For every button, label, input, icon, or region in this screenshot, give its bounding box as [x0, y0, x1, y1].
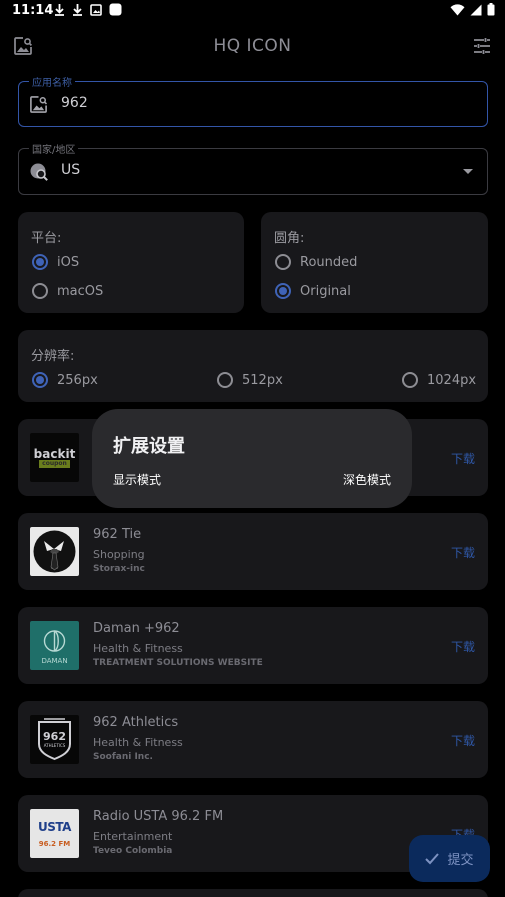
- submit-button[interactable]: 提交: [409, 835, 490, 882]
- app-name: Radio USTA 96.2 FM: [93, 809, 224, 824]
- tune-icon[interactable]: [473, 37, 491, 59]
- option-label: 256px: [57, 372, 98, 388]
- radio-unselected[interactable]: [275, 254, 291, 270]
- app-name-label: 应用名称: [29, 74, 75, 89]
- app-name: Daman +962: [93, 621, 180, 636]
- app-category: Health & Fitness: [93, 642, 183, 655]
- option-label: macOS: [57, 283, 104, 299]
- photo-icon: [90, 3, 102, 16]
- app-name-field[interactable]: 应用名称 962: [18, 74, 488, 127]
- app-icon: backit coupon: [30, 433, 79, 482]
- app-name: 962 Athletics: [93, 715, 179, 730]
- option-label: 512px: [242, 372, 283, 388]
- signal-icon: [470, 4, 482, 15]
- dialog-title: 扩展设置: [113, 436, 185, 457]
- app-icon: [30, 527, 79, 576]
- corner-title: 圆角:: [274, 231, 305, 246]
- system-icons: [450, 3, 495, 16]
- image-search-icon: [29, 95, 48, 118]
- download-button[interactable]: 下载: [451, 544, 475, 561]
- chevron-down-icon: [463, 169, 473, 174]
- app-title: HQ ICON: [213, 36, 292, 56]
- region-value: US: [61, 162, 81, 178]
- radio-selected[interactable]: [32, 254, 48, 270]
- resolution-card: 分辨率: 256px 512px 1024px: [18, 330, 488, 402]
- extended-settings-dialog: 扩展设置 显示模式 深色模式: [92, 409, 412, 508]
- option-label: 1024px: [427, 372, 477, 388]
- download-icon: [73, 4, 82, 16]
- option-label: Original: [300, 283, 351, 299]
- download-button[interactable]: 下载: [451, 732, 475, 749]
- list-item[interactable]: [18, 889, 488, 897]
- region-label: 国家/地区: [29, 141, 79, 156]
- platform-option-macos[interactable]: macOS: [32, 283, 103, 299]
- app-developer: TREATMENT SOLUTIONS WEBSITE: [93, 658, 263, 668]
- status-time: 11:14: [12, 3, 54, 18]
- app-developer: Soofani Inc.: [93, 752, 153, 762]
- check-icon: [425, 852, 440, 864]
- radio-selected[interactable]: [275, 283, 291, 299]
- app-name-input[interactable]: 962: [61, 95, 88, 111]
- option-label: Rounded: [300, 254, 358, 270]
- app-developer: Storax-inc: [93, 564, 145, 574]
- download-button[interactable]: 下载: [451, 450, 475, 467]
- app-icon: [109, 3, 122, 16]
- platform-option-ios[interactable]: iOS: [32, 254, 79, 270]
- dark-mode-option[interactable]: 深色模式: [343, 471, 391, 488]
- resolution-option-256[interactable]: 256px: [32, 372, 98, 388]
- radio-unselected[interactable]: [402, 372, 418, 388]
- download-icon: [55, 4, 64, 16]
- globe-search-icon: [29, 162, 49, 186]
- app-name: 962 Tie: [93, 527, 142, 542]
- app-icon: USTA 96.2 FM: [30, 809, 79, 858]
- radio-selected[interactable]: [32, 372, 48, 388]
- list-item[interactable]: 962 Tie Shopping Storax-inc 下载: [18, 513, 488, 590]
- download-button[interactable]: 下载: [451, 638, 475, 655]
- app-category: Shopping: [93, 548, 145, 561]
- list-item[interactable]: DAMAN Daman +962 Health & Fitness TREATM…: [18, 607, 488, 684]
- corner-option-original[interactable]: Original: [275, 283, 351, 299]
- platform-card: 平台: iOS macOS: [18, 212, 244, 313]
- submit-label: 提交: [447, 853, 474, 868]
- resolution-option-1024[interactable]: 1024px: [402, 372, 476, 388]
- notification-icons: [54, 3, 122, 16]
- resolution-title: 分辨率:: [31, 349, 75, 364]
- corner-card: 圆角: Rounded Original: [261, 212, 488, 313]
- display-mode-label[interactable]: 显示模式: [113, 471, 161, 488]
- status-bar: 11:14: [0, 0, 505, 24]
- region-select[interactable]: 国家/地区 US: [18, 141, 488, 195]
- app-category: Entertainment: [93, 830, 173, 843]
- app-category: Health & Fitness: [93, 736, 183, 749]
- radio-unselected[interactable]: [32, 283, 48, 299]
- option-label: iOS: [57, 254, 80, 270]
- app-icon: DAMAN: [30, 621, 79, 670]
- app-icon: 962 ATHLETICS: [30, 715, 79, 764]
- platform-title: 平台:: [31, 231, 62, 246]
- app-developer: Teveo Colombia: [93, 846, 173, 856]
- list-item[interactable]: 962 ATHLETICS 962 Athletics Health & Fit…: [18, 701, 488, 778]
- resolution-option-512[interactable]: 512px: [217, 372, 283, 388]
- corner-option-rounded[interactable]: Rounded: [275, 254, 357, 270]
- battery-icon: [487, 3, 495, 16]
- app-bar: HQ ICON: [0, 24, 505, 70]
- radio-unselected[interactable]: [217, 372, 233, 388]
- wifi-icon: [450, 3, 465, 15]
